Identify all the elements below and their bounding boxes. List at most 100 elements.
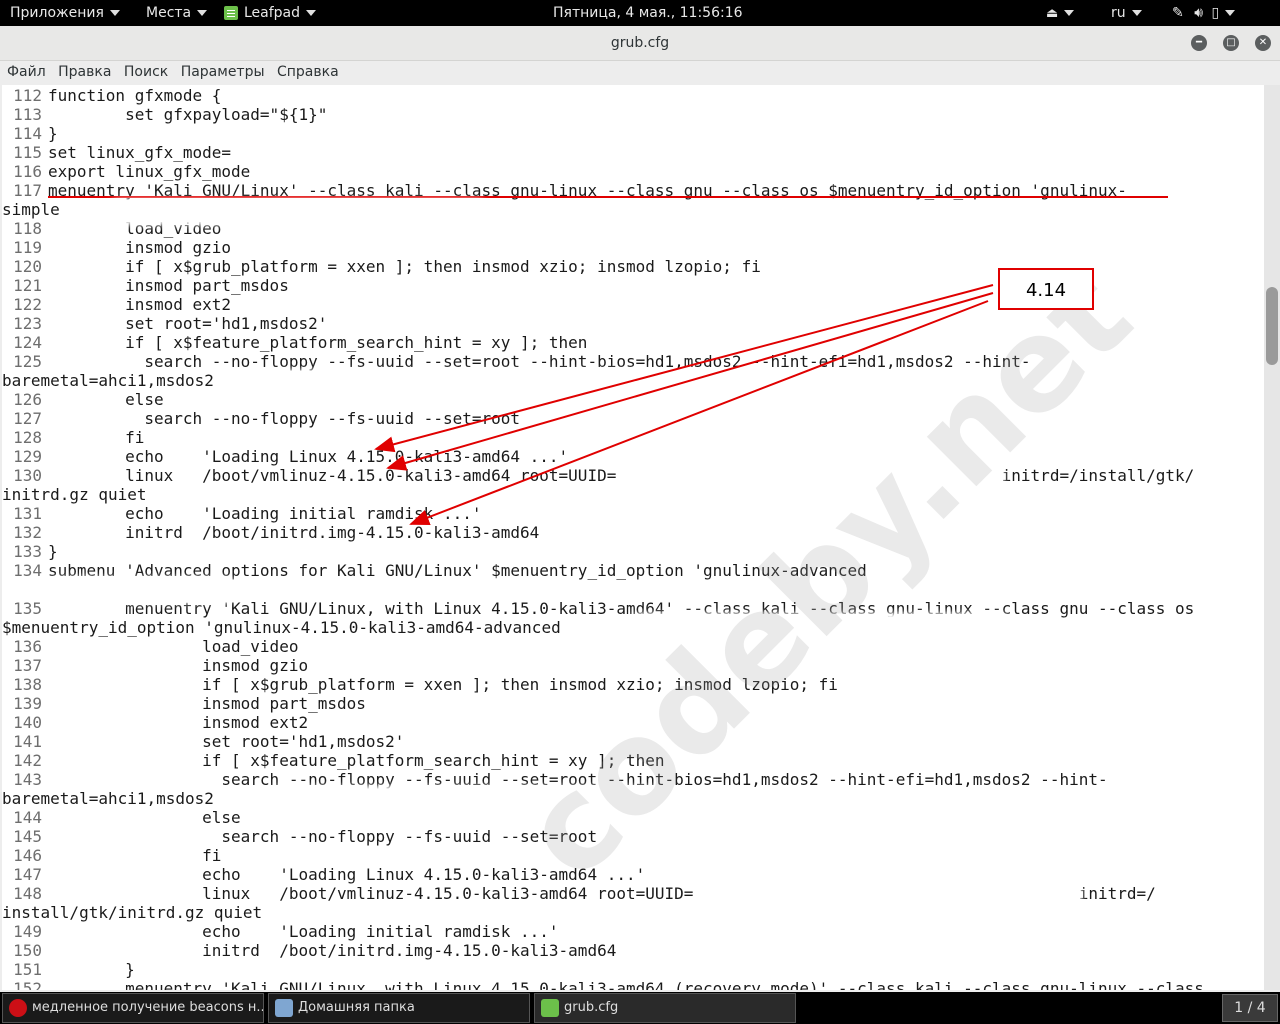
line-text: } (48, 960, 135, 979)
window-title: grub.cfg (610, 35, 670, 51)
system-menu[interactable]: ✎ 🔊︎ ▯ (1172, 0, 1236, 26)
code-line: 118 load_video (2, 219, 1264, 238)
code-line: 115 set linux_gfx_mode= (2, 143, 1264, 162)
code-line: 150 initrd /boot/initrd.img-4.15.0-kali3… (2, 941, 1264, 960)
code-line: 149 echo 'Loading initial ramdisk ...' (2, 922, 1264, 941)
chevron-down-icon (197, 10, 208, 16)
clock-label: Пятница, 4 мая., 11:56:16 (553, 5, 743, 21)
language-menu[interactable]: ru (1111, 0, 1142, 26)
code-line: 140 insmod ext2 (2, 713, 1264, 732)
eject-menu[interactable]: ⏏ (1046, 0, 1075, 26)
line-number: 125 (13, 352, 42, 371)
line-number: 134 (13, 561, 42, 580)
menu-help[interactable]: Справка (274, 61, 343, 83)
code-line: install/gtk/initrd.gz quiet (2, 903, 1264, 922)
battery-icon: ▯ (1211, 5, 1220, 21)
task-file-manager[interactable]: Домашняя папка (268, 993, 530, 1023)
line-text: insmod part_msdos (48, 276, 289, 295)
taskbar: медленное получение beacons н... Домашня… (0, 992, 1280, 1024)
maximize-button[interactable]: □ (1223, 35, 1239, 51)
line-number: 150 (13, 941, 42, 960)
line-text: function gfxmode { (48, 86, 222, 105)
line-number: 123 (13, 314, 42, 333)
clock[interactable]: Пятница, 4 мая., 11:56:16 (553, 0, 743, 26)
line-text: initrd /boot/initrd.img-4.15.0-kali3-amd… (48, 523, 540, 542)
places-menu[interactable]: Места (146, 0, 208, 26)
active-app-menu[interactable]: Leafpad (224, 0, 317, 26)
code-line: 125 search --no-floppy --fs-uuid --set=r… (2, 352, 1264, 371)
line-text: insmod gzio (48, 656, 309, 675)
minimize-button[interactable]: ━ (1191, 35, 1207, 51)
line-text: } (48, 542, 58, 561)
code-line: 131 echo 'Loading initial ramdisk ...' (2, 504, 1264, 523)
code-line: 119 insmod gzio (2, 238, 1264, 257)
line-text: submenu 'Advanced options for Kali GNU/L… (48, 561, 867, 580)
line-number: 138 (13, 675, 42, 694)
menu-search[interactable]: Поиск (121, 61, 172, 83)
menu-edit[interactable]: Правка (55, 61, 115, 83)
line-number: 137 (13, 656, 42, 675)
line-text: else (48, 808, 241, 827)
line-text: insmod gzio (48, 238, 232, 257)
line-number: 119 (13, 238, 42, 257)
task-browser[interactable]: медленное получение beacons н... (2, 993, 264, 1023)
top-panel: Приложения Места Leafpad Пятница, 4 мая.… (0, 0, 1280, 26)
line-number: 147 (13, 865, 42, 884)
line-text: fi (48, 846, 222, 865)
code-line: 133} (2, 542, 1264, 561)
task-label: медленное получение beacons н... (32, 1000, 264, 1015)
code-line: 132 initrd /boot/initrd.img-4.15.0-kali3… (2, 523, 1264, 542)
line-text: fi (48, 428, 145, 447)
line-text: install/gtk/initrd.gz quiet (2, 903, 263, 922)
language-label: ru (1111, 5, 1126, 21)
line-number: 141 (13, 732, 42, 751)
close-button[interactable]: ✕ (1255, 35, 1271, 51)
highlight-underline (48, 196, 1168, 198)
places-menu-label: Места (146, 5, 192, 21)
line-number: 145 (13, 827, 42, 846)
line-text: menuentry 'Kali GNU/Linux, with Linux 4.… (48, 599, 1195, 618)
line-number: 122 (13, 295, 42, 314)
network-icon: ✎ (1172, 5, 1184, 21)
code-line: 147 echo 'Loading Linux 4.15.0-kali3-amd… (2, 865, 1264, 884)
workspace-switcher[interactable]: 1 / 4 (1222, 994, 1278, 1022)
vertical-scrollbar[interactable] (1264, 85, 1280, 990)
line-text: set gfxpayload="${1}" (48, 105, 328, 124)
task-leafpad[interactable]: grub.cfg (534, 993, 796, 1023)
line-number: 131 (13, 504, 42, 523)
code-line: 141 set root='hd1,msdos2' (2, 732, 1264, 751)
line-number: 144 (13, 808, 42, 827)
line-text: if [ x$feature_platform_search_hint = xy… (48, 751, 665, 770)
redaction-mark (622, 823, 996, 845)
line-number: 129 (13, 447, 42, 466)
line-text: linux /boot/vmlinuz-4.15.0-kali3-amd64 r… (48, 466, 1195, 485)
close-icon: ✕ (1258, 37, 1268, 48)
line-text: echo 'Loading Linux 4.15.0-kali3-amd64 .… (48, 865, 646, 884)
line-text: baremetal=ahci1,msdos2 (2, 371, 214, 390)
line-text: if [ x$grub_platform = xxen ]; then insm… (48, 675, 838, 694)
menu-file[interactable]: Файл (4, 61, 50, 83)
redaction-mark (720, 883, 1078, 905)
window-titlebar[interactable]: grub.cfg ━ □ ✕ (0, 26, 1280, 61)
leafpad-icon (541, 998, 559, 1017)
line-text: else (48, 390, 164, 409)
code-line: 116 export linux_gfx_mode (2, 162, 1264, 181)
line-number: 132 (13, 523, 42, 542)
line-number: 124 (13, 333, 42, 352)
editor-lines: 112 function gfxmode {113 set gfxpayload=… (2, 86, 1264, 990)
annotation-box: 4.14 (998, 268, 1094, 310)
scrollbar-thumb[interactable] (1266, 287, 1278, 365)
line-text: insmod part_msdos (48, 694, 366, 713)
applications-menu[interactable]: Приложения (10, 0, 120, 26)
folder-icon (275, 998, 293, 1017)
line-number: 136 (13, 637, 42, 656)
line-text: } (48, 124, 58, 143)
line-text: set linux_gfx_mode= (48, 143, 232, 162)
line-number: 139 (13, 694, 42, 713)
menu-options[interactable]: Параметры (178, 61, 269, 83)
code-line: 123 set root='hd1,msdos2' (2, 314, 1264, 333)
code-line: 136 load_video (2, 637, 1264, 656)
redaction-mark (48, 581, 234, 599)
line-text: set root='hd1,msdos2' (48, 314, 328, 333)
code-line: 112 function gfxmode { (2, 86, 1264, 105)
